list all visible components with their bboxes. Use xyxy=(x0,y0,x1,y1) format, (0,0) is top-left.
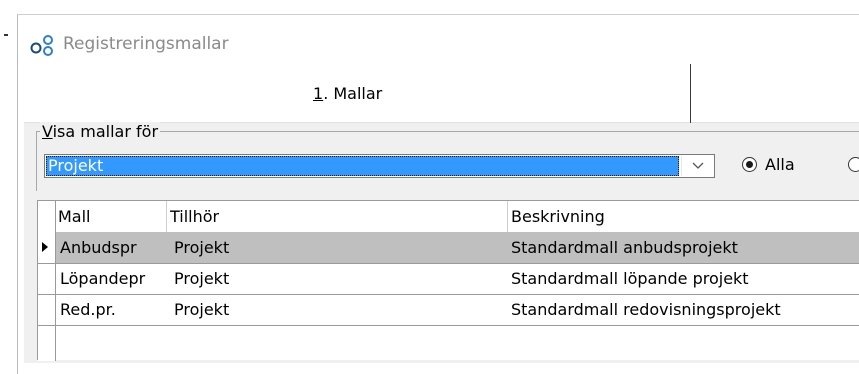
combobox-selected-value: Projekt xyxy=(46,156,679,176)
cell-beskrivning: Standardmall redovisningsprojekt xyxy=(511,300,781,319)
tab-strip xyxy=(24,60,859,123)
cell-beskrivning: Standardmall anbudsprojekt xyxy=(511,238,738,257)
window-title: Registreringsmallar xyxy=(63,34,229,54)
table-row[interactable]: Löpandepr Projekt Standardmall löpande p… xyxy=(56,263,859,295)
tab-mallar[interactable]: 1. Mallar xyxy=(313,84,382,103)
grid-header: Mall Tillhör Beskrivning xyxy=(38,201,859,233)
column-divider xyxy=(507,201,508,232)
cell-mall: Löpandepr xyxy=(60,269,146,288)
visa-mallar-for-combobox[interactable]: Projekt xyxy=(44,154,715,178)
radio-other[interactable] xyxy=(848,157,859,172)
column-header-tillhor[interactable]: Tillhör xyxy=(170,207,219,226)
row-pointer-icon xyxy=(42,242,48,252)
parent-window-edge xyxy=(4,34,8,36)
row-header-separator xyxy=(38,325,55,326)
tab-label-text: . Mallar xyxy=(323,84,383,103)
cell-tillhor: Projekt xyxy=(174,300,230,319)
tab-mnemonic: 1 xyxy=(313,84,324,103)
chevron-down-icon[interactable] xyxy=(681,156,713,176)
row-header-column xyxy=(38,201,56,361)
column-header-beskrivning[interactable]: Beskrivning xyxy=(511,207,605,226)
row-header-separator xyxy=(38,294,55,295)
filter-group-legend: Visa mallar för xyxy=(40,122,161,141)
cell-tillhor: Projekt xyxy=(174,238,230,257)
legend-text: isa mallar för xyxy=(52,122,159,141)
cell-mall: Red.pr. xyxy=(60,300,116,319)
cell-beskrivning: Standardmall löpande projekt xyxy=(511,269,749,288)
mallar-grid: Mall Tillhör Beskrivning Anbudspr Projek… xyxy=(37,200,859,361)
row-header-separator xyxy=(38,263,55,264)
column-divider xyxy=(166,201,167,232)
radio-alla[interactable] xyxy=(742,157,757,172)
cell-mall: Anbudspr xyxy=(60,238,137,257)
column-header-mall[interactable]: Mall xyxy=(58,207,91,226)
table-row[interactable]: Red.pr. Projekt Standardmall redovisning… xyxy=(56,294,859,326)
cell-tillhor: Projekt xyxy=(174,269,230,288)
legend-mnemonic: V xyxy=(42,122,53,141)
tab-divider xyxy=(690,64,691,124)
radio-alla-label: Alla xyxy=(765,155,795,174)
table-row[interactable]: Anbudspr Projekt Standardmall anbudsproj… xyxy=(56,232,859,264)
template-nodes-icon xyxy=(30,35,53,56)
